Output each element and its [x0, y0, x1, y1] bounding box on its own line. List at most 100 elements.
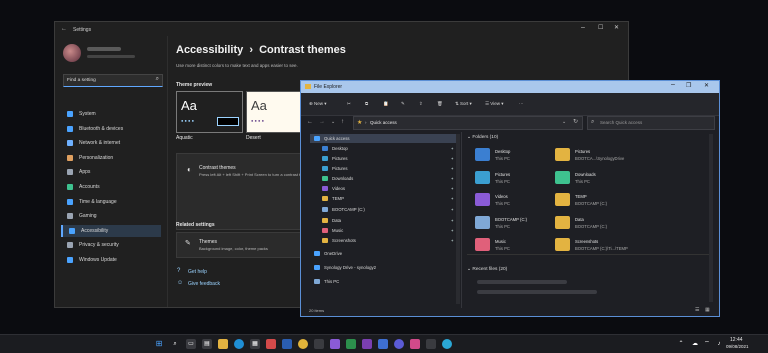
app-icon[interactable]	[378, 339, 388, 349]
settings-search-field[interactable]: Find a setting ⌕	[63, 74, 163, 87]
up-arrow-icon[interactable]: ↑	[341, 119, 344, 125]
paste-icon[interactable]: 📋	[383, 99, 389, 109]
app-icon[interactable]	[282, 339, 292, 349]
folder-tile[interactable]: Pictures BOOTCA...\SynologyDrive	[555, 146, 665, 166]
app-icon[interactable]	[330, 339, 340, 349]
folder-icon	[555, 148, 570, 161]
breadcrumb-separator: ›	[249, 44, 253, 56]
address-dropdown-icon[interactable]: ⌄	[562, 119, 566, 125]
sidebar-item-network-internet[interactable]: Network & internet	[61, 137, 161, 149]
nav-item-music[interactable]: Music ✦	[310, 226, 458, 235]
clock-time[interactable]: 12:44	[730, 337, 743, 343]
theme-desert-preview[interactable]: Aa ● ● ● ●	[246, 91, 303, 133]
app-icon[interactable]	[362, 339, 372, 349]
nav-item-synology-drive-synology2[interactable]: Synology Drive - synology2	[310, 263, 458, 272]
search-icon[interactable]: ⌕	[156, 76, 159, 83]
nav-item-data[interactable]: Data ✦	[310, 216, 458, 225]
app-icon[interactable]	[394, 339, 404, 349]
theme-aquatic-preview[interactable]: Aa ● ● ● ●	[176, 91, 243, 133]
content-scrollbar[interactable]	[709, 134, 713, 302]
share-icon[interactable]: ⇪	[419, 99, 423, 109]
sidebar-item-accessibility[interactable]: Accessibility	[61, 224, 161, 237]
sidebar-item-accounts[interactable]: Accounts	[61, 181, 161, 193]
task-view-icon[interactable]: ▭	[186, 339, 196, 349]
nav-item-downloads[interactable]: Downloads ✦	[310, 174, 458, 183]
folder-tile[interactable]: TEMP BOOTCAMP (C:)	[555, 191, 665, 211]
tiles-view-icon[interactable]: ▦	[705, 307, 710, 313]
give-feedback-link[interactable]: Give feedback	[188, 281, 220, 287]
nav-item-pictures[interactable]: Pictures ✦	[310, 164, 458, 173]
app-icon[interactable]	[442, 339, 452, 349]
nav-item-quick-access[interactable]: Quick access	[310, 134, 458, 143]
folder-tile[interactable]: Screenshots BOOTCAMP (C:)\Ti...\TEMP	[555, 236, 665, 256]
search-icon[interactable]: ⌕	[170, 339, 180, 349]
sidebar-item-apps[interactable]: Apps	[61, 166, 161, 178]
sidebar-item-gaming[interactable]: Gaming	[61, 210, 161, 222]
copy-icon[interactable]: ⧉	[365, 99, 368, 109]
edge-icon[interactable]	[234, 339, 244, 349]
sidebar-item-personalization[interactable]: Personalization	[61, 152, 161, 164]
sidebar-item-windows-update[interactable]: Windows Update	[61, 254, 161, 266]
sort-button[interactable]: ⇅ Sort ▾	[455, 99, 472, 109]
nav-item-pictures[interactable]: Pictures ✦	[310, 154, 458, 163]
sidebar-item-privacy-security[interactable]: Privacy & security	[61, 239, 161, 251]
app-icon[interactable]	[266, 339, 276, 349]
cut-icon[interactable]: ✂	[347, 99, 351, 109]
new-button[interactable]: ⊕ New ▾	[309, 99, 327, 109]
tray-chevron-icon[interactable]: ⌃	[676, 339, 686, 349]
recent-dropdown-icon[interactable]: ⌄	[331, 119, 335, 125]
clock-date[interactable]: 09/08/2021	[726, 344, 749, 349]
file-explorer-taskbar-icon[interactable]	[218, 339, 228, 349]
explorer-search-input[interactable]: Search Quick access	[600, 120, 642, 125]
explorer-search-box[interactable]: ⌕ Search Quick access	[587, 116, 715, 130]
nav-item-this-pc[interactable]: This PC	[310, 277, 458, 286]
forward-arrow-icon[interactable]: →	[319, 119, 325, 125]
nav-item-onedrive[interactable]: OneDrive	[310, 249, 458, 258]
folders-section-header[interactable]: ⌄ Folders (10)	[467, 135, 498, 140]
close-icon[interactable]: ✕	[704, 82, 709, 89]
details-view-icon[interactable]: ☰	[695, 307, 699, 313]
nav-item-bootcamp-c-[interactable]: BOOTCAMP (C:) ✦	[310, 205, 458, 214]
network-icon[interactable]: ⌔	[702, 339, 712, 349]
store-icon[interactable]: ▦	[250, 339, 260, 349]
app-icon[interactable]	[314, 339, 324, 349]
rename-icon[interactable]: ✎	[401, 99, 405, 109]
recent-section-header[interactable]: ⌄ Recent files (20)	[467, 267, 507, 272]
folder-tile[interactable]: Data BOOTCAMP (C:)	[555, 214, 665, 234]
sidebar-item-system[interactable]: System	[61, 108, 161, 120]
sidebar-item-time-language[interactable]: Time & language	[61, 196, 161, 208]
nav-item-temp[interactable]: TEMP ✦	[310, 194, 458, 203]
nav-scrollbar[interactable]	[456, 134, 460, 304]
widgets-icon[interactable]: ▤	[202, 339, 212, 349]
app-icon[interactable]	[346, 339, 356, 349]
address-bar[interactable]: ★ › Quick access ⌄ ↻	[353, 116, 583, 130]
nav-item-videos[interactable]: Videos ✦	[310, 184, 458, 193]
sidebar-item-bluetooth-devices[interactable]: Bluetooth & devices	[61, 123, 161, 135]
nav-item-label: OneDrive	[324, 251, 343, 256]
nav-item-desktop[interactable]: Desktop ✦	[310, 144, 458, 153]
sidebar-item-label: Personalization	[79, 154, 114, 161]
chrome-icon[interactable]	[298, 339, 308, 349]
app-icon[interactable]	[426, 339, 436, 349]
maximize-icon[interactable]: ☐	[598, 24, 603, 31]
onedrive-icon[interactable]: ☁	[690, 339, 700, 349]
refresh-icon[interactable]: ↻	[573, 118, 578, 125]
view-button[interactable]: ☰ View ▾	[485, 99, 504, 109]
folder-tile[interactable]: Downloads This PC	[555, 169, 665, 189]
restore-icon[interactable]: ❐	[686, 82, 691, 89]
close-icon[interactable]: ✕	[614, 24, 619, 31]
volume-icon[interactable]: ♪	[714, 339, 724, 349]
more-icon[interactable]: ···	[519, 99, 524, 109]
minimize-icon[interactable]: –	[671, 81, 675, 88]
back-arrow-icon[interactable]: ←	[307, 119, 313, 125]
start-icon[interactable]: ⊞	[154, 339, 164, 349]
nav-item-screenshots[interactable]: Screenshots ✦	[310, 236, 458, 245]
minimize-icon[interactable]: –	[581, 24, 585, 31]
back-arrow-icon[interactable]: ←	[61, 26, 67, 32]
settings-search-input[interactable]: Find a setting	[67, 78, 96, 83]
sidebar-item-label: Apps	[79, 169, 91, 176]
delete-icon[interactable]: 🗑	[437, 99, 443, 109]
get-help-link[interactable]: Get help	[188, 269, 207, 275]
app-icon[interactable]	[410, 339, 420, 349]
breadcrumb-parent[interactable]: Accessibility	[176, 44, 243, 56]
